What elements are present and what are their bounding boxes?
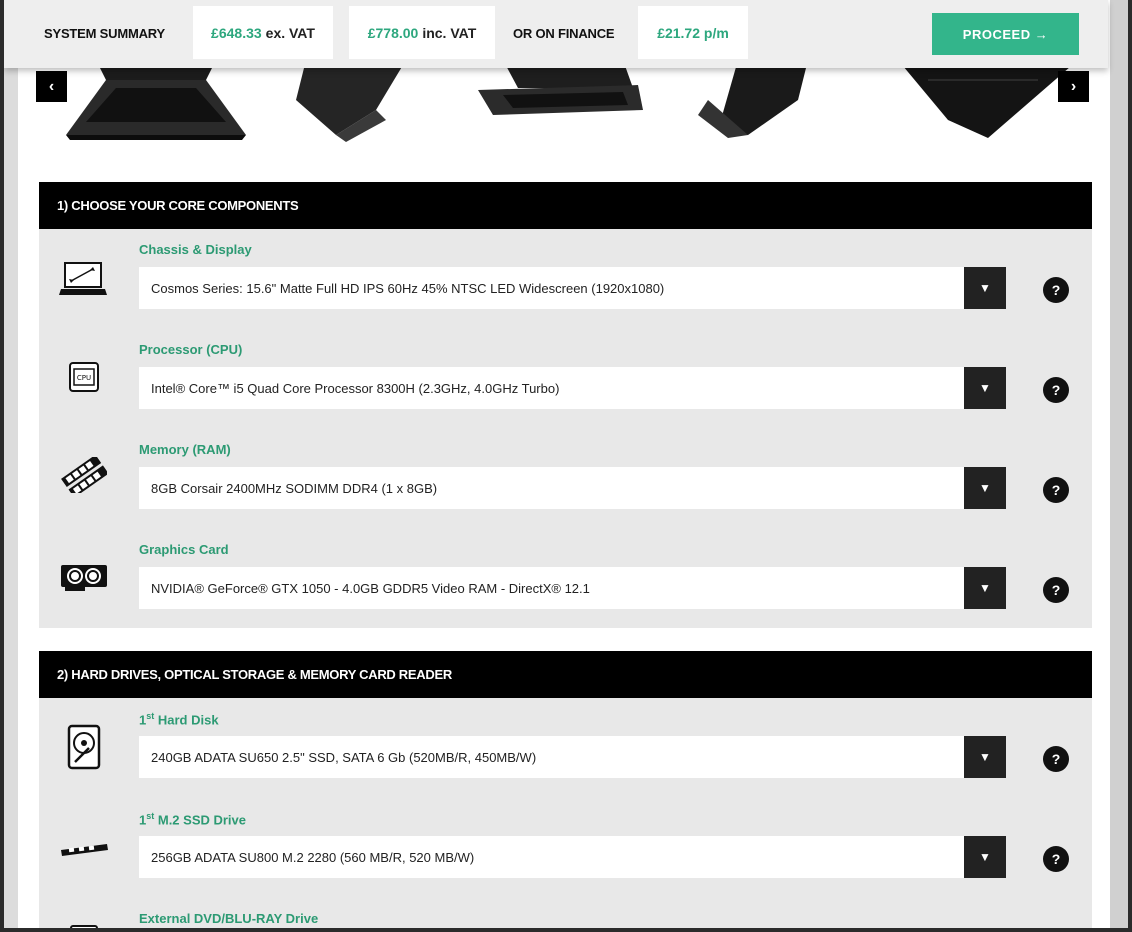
- m2-ssd-icon: [61, 844, 108, 856]
- gallery-prev-button[interactable]: ‹: [36, 71, 67, 102]
- gpu-select[interactable]: NVIDIA® GeForce® GTX 1050 - 4.0GB GDDR5 …: [139, 567, 1006, 609]
- system-summary-bar: SYSTEM SUMMARY £648.33 ex. VAT £778.00 i…: [4, 0, 1108, 68]
- proceed-button[interactable]: PROCEED →: [932, 13, 1079, 55]
- chevron-down-icon[interactable]: ▼: [964, 367, 1006, 409]
- option-title-gpu: Graphics Card: [139, 542, 229, 557]
- m2-ssd-select-value: 256GB ADATA SU800 M.2 2280 (560 MB/R, 52…: [151, 849, 475, 865]
- gallery-next-button[interactable]: ›: [1058, 71, 1089, 102]
- gpu-icon: [61, 565, 107, 591]
- summary-label: SYSTEM SUMMARY: [44, 26, 165, 41]
- laptop-thumbnail-2[interactable]: [296, 60, 416, 145]
- laptop-thumbnail-3[interactable]: [473, 60, 648, 120]
- gpu-select-value: NVIDIA® GeForce® GTX 1050 - 4.0GB GDDR5 …: [151, 580, 590, 596]
- hdd-icon: [67, 724, 101, 770]
- chassis-select-value: Cosmos Series: 15.6" Matte Full HD IPS 6…: [151, 280, 665, 296]
- chevron-down-icon[interactable]: ▼: [964, 467, 1006, 509]
- option-title-chassis: Chassis & Display: [139, 242, 252, 257]
- laptop-thumbnail-4[interactable]: [698, 60, 818, 140]
- svg-text:CPU: CPU: [77, 374, 91, 382]
- help-icon-chassis[interactable]: ?: [1043, 277, 1069, 303]
- option-title-hard-disk: 1st Hard Disk: [139, 711, 219, 728]
- price-inc-vat-suffix: inc. VAT: [422, 24, 477, 41]
- chevron-down-icon[interactable]: ▼: [964, 836, 1006, 878]
- ram-select[interactable]: 8GB Corsair 2400MHz SODIMM DDR4 (1 x 8GB…: [139, 467, 1006, 509]
- finance-price: £21.72 p/m: [638, 6, 748, 59]
- option-title-cpu: Processor (CPU): [139, 342, 243, 357]
- price-ex-vat-suffix: ex. VAT: [265, 24, 315, 41]
- product-gallery: [18, 60, 1110, 150]
- cpu-select-value: Intel® Core™ i5 Quad Core Processor 8300…: [151, 380, 560, 396]
- help-icon-gpu[interactable]: ?: [1043, 577, 1069, 603]
- ram-select-value: 8GB Corsair 2400MHz SODIMM DDR4 (1 x 8GB…: [151, 480, 438, 496]
- price-inc-vat: £778.00 inc. VAT: [349, 6, 495, 59]
- option-title-optical: External DVD/BLU-RAY Drive: [139, 911, 319, 926]
- chevron-down-icon[interactable]: ▼: [964, 567, 1006, 609]
- section-body-core-components: Chassis & Display Cosmos Series: 15.6" M…: [39, 229, 1092, 628]
- laptop-thumbnail-5[interactable]: [888, 60, 1078, 140]
- section-body-storage: 1st Hard Disk 240GB ADATA SU650 2.5" SSD…: [39, 698, 1092, 928]
- chassis-select[interactable]: Cosmos Series: 15.6" Matte Full HD IPS 6…: [139, 267, 1006, 309]
- price-inc-vat-value: £778.00: [367, 24, 419, 41]
- laptop-thumbnail-1[interactable]: [66, 60, 246, 145]
- hard-disk-select-value: 240GB ADATA SU650 2.5" SSD, SATA 6 Gb (5…: [151, 749, 537, 765]
- section-header-storage: 2) HARD DRIVES, OPTICAL STORAGE & MEMORY…: [39, 651, 1092, 698]
- chevron-down-icon[interactable]: ▼: [964, 736, 1006, 778]
- help-icon-hard-disk[interactable]: ?: [1043, 746, 1069, 772]
- section-title: 1) CHOOSE YOUR CORE COMPONENTS: [57, 198, 299, 213]
- cpu-icon: CPU: [69, 362, 99, 392]
- help-icon-cpu[interactable]: ?: [1043, 377, 1069, 403]
- finance-label: OR ON FINANCE: [513, 26, 615, 41]
- cpu-select[interactable]: Intel® Core™ i5 Quad Core Processor 8300…: [139, 367, 1006, 409]
- option-title-m2-ssd: 1st M.2 SSD Drive: [139, 811, 247, 828]
- optical-drive-icon: [70, 925, 98, 928]
- chevron-down-icon[interactable]: ▼: [964, 267, 1006, 309]
- ram-icon: [61, 457, 107, 493]
- m2-ssd-select[interactable]: 256GB ADATA SU800 M.2 2280 (560 MB/R, 52…: [139, 836, 1006, 878]
- help-icon-ram[interactable]: ?: [1043, 477, 1069, 503]
- price-ex-vat-value: £648.33: [211, 24, 262, 41]
- price-ex-vat: £648.33 ex. VAT: [193, 6, 333, 59]
- section-title: 2) HARD DRIVES, OPTICAL STORAGE & MEMORY…: [57, 667, 452, 682]
- section-header-core-components: 1) CHOOSE YOUR CORE COMPONENTS: [39, 182, 1092, 229]
- help-icon-m2-ssd[interactable]: ?: [1043, 846, 1069, 872]
- laptop-icon: [59, 262, 107, 295]
- configurator-page: ‹ › 1) CHOOSE YOUR CORE COMPONENTS Chass…: [18, 0, 1110, 928]
- option-title-ram: Memory (RAM): [139, 442, 231, 457]
- finance-price-value: £21.72 p/m: [657, 24, 729, 41]
- page-scrollbar[interactable]: [1108, 0, 1128, 928]
- hard-disk-select[interactable]: 240GB ADATA SU650 2.5" SSD, SATA 6 Gb (5…: [139, 736, 1006, 778]
- browser-viewport: ‹ › 1) CHOOSE YOUR CORE COMPONENTS Chass…: [4, 0, 1128, 928]
